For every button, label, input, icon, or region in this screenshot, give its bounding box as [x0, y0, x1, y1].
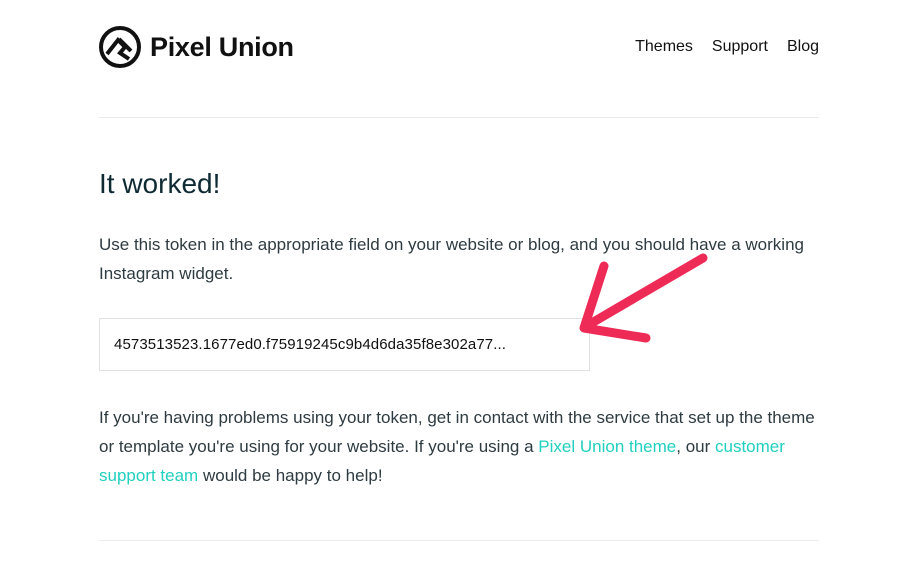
page-title: It worked! — [99, 168, 221, 199]
main-nav: Themes Support Blog — [635, 38, 819, 56]
nav-support[interactable]: Support — [712, 38, 768, 56]
token-field[interactable]: 4573513523.1677ed0.f75919245c9b4d6da35f8… — [99, 318, 590, 371]
nav-themes[interactable]: Themes — [635, 38, 693, 56]
footer-divider — [99, 540, 819, 541]
pixel-union-theme-link[interactable]: Pixel Union theme — [538, 437, 676, 456]
pixel-union-logo-icon — [99, 26, 141, 68]
nav-blog[interactable]: Blog — [787, 38, 819, 56]
header-divider — [99, 117, 819, 118]
help-text-part-2: , our — [676, 437, 715, 456]
red-arrow-annotation-icon — [579, 253, 708, 343]
site-header: Pixel Union Themes Support Blog — [99, 26, 819, 68]
logo[interactable]: Pixel Union — [99, 26, 294, 68]
help-text-part-3: would be happy to help! — [198, 466, 383, 485]
brand-name: Pixel Union — [150, 31, 294, 62]
help-text: If you're having problems using your tok… — [99, 403, 821, 490]
